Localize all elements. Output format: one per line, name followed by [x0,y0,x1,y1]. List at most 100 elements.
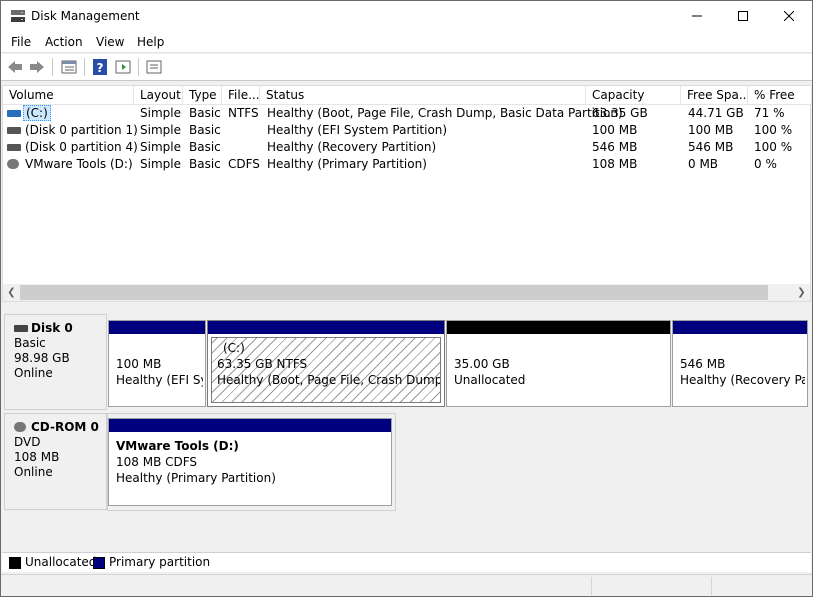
back-arrow-icon[interactable] [6,58,24,76]
menu-action[interactable]: Action [45,35,83,49]
volume-name: VMware Tools (D:) [25,157,133,171]
partition-body: 100 MB Healthy (EFI Sys [111,336,203,404]
partition-size: 35.00 GB [454,357,510,371]
free-cell: 546 MB [688,140,734,154]
partition-body: 546 MB Healthy (Recovery Part [675,336,805,404]
capacity-cell: 108 MB [592,157,638,171]
partition-status: Healthy (Recovery Part [680,373,805,387]
column-percent-free[interactable]: % Free [748,86,812,105]
column-capacity[interactable]: Capacity [586,86,681,105]
partition-status: Healthy (EFI Sys [116,373,203,387]
percent-cell: 71 % [754,106,785,120]
volume-icon [7,144,21,151]
disk-type: Basic [14,336,46,350]
capacity-cell: 100 MB [592,123,638,137]
scrollbar-thumb[interactable] [20,285,768,300]
partition-bar [673,321,807,334]
type-cell: Basic [189,106,221,120]
column-type[interactable]: Type [183,86,222,105]
settings-list-icon[interactable] [145,58,163,76]
percent-cell: 0 % [754,157,777,171]
free-cell: 44.71 GB [688,106,744,120]
layout-cell: Simple [140,157,181,171]
menu-view[interactable]: View [96,35,124,49]
horizontal-scrollbar[interactable]: ❮ ❯ [3,284,810,301]
disk-management-window: Disk Management File Action View Help ? … [0,0,813,597]
partition-bar [109,321,205,334]
close-button[interactable] [766,1,812,31]
primary-swatch [93,557,105,569]
disk-graphical-view: Disk 0 Basic 98.98 GB Online 100 MB Heal… [2,310,811,572]
legend-primary: Primary partition [109,555,211,569]
layout-cell: Simple [140,140,181,154]
volume-icon [7,110,21,117]
disk-name: CD-ROM 0 [14,420,106,435]
disk-0-label[interactable]: Disk 0 Basic 98.98 GB Online [4,314,107,410]
layout-cell: Simple [140,123,181,137]
partition-size: 546 MB [680,357,726,371]
scroll-right-icon[interactable]: ❯ [793,284,810,301]
toolbar-separator [138,58,139,76]
layout-cell: Simple [140,106,181,120]
status-cell: Healthy (Primary Partition) [267,157,427,171]
free-cell: 0 MB [688,157,719,171]
svg-text:?: ? [97,61,104,75]
maximize-icon [738,11,748,21]
properties-list-icon[interactable] [60,58,78,76]
disk-size: 108 MB [14,450,60,464]
status-cell: Healthy (Recovery Partition) [267,140,437,154]
minimize-button[interactable] [674,1,720,31]
capacity-cell: 63.35 GB [592,106,648,120]
type-cell: Basic [189,157,221,171]
close-icon [784,11,794,21]
status-bar [1,574,812,596]
partition-unallocated[interactable]: 35.00 GB Unallocated [446,320,671,407]
menu-file[interactable]: File [11,35,31,49]
action-pane-icon[interactable] [114,58,132,76]
cd-volume-icon [7,159,19,169]
partition-bar [208,321,444,334]
partition-status: Unallocated [454,373,526,387]
column-volume[interactable]: Volume [3,86,134,105]
partition-status: Healthy (Boot, Page File, Crash Dump, Ba… [217,373,440,387]
partition-c[interactable]: (C:) 63.35 GB NTFS Healthy (Boot, Page F… [207,320,445,407]
hard-disk-icon [14,325,28,332]
disk-state: Online [14,366,53,380]
partition-title: (C:) [223,341,245,355]
table-row[interactable]: (C:) Simple Basic NTFS Healthy (Boot, Pa… [3,105,812,122]
column-free-space[interactable]: Free Spa... [681,86,748,105]
disk-size: 98.98 GB [14,351,70,365]
column-status[interactable]: Status [260,86,586,105]
window-title: Disk Management [31,9,140,23]
table-row[interactable]: (Disk 0 partition 1) Simple Basic Health… [3,122,812,139]
percent-cell: 100 % [754,140,793,154]
partition-size: 63.35 GB NTFS [217,357,308,371]
fs-cell: NTFS [228,106,259,120]
partition-efi[interactable]: 100 MB Healthy (EFI Sys [108,320,206,407]
partition-vmware-tools[interactable]: VMware Tools (D:) 108 MB CDFS Healthy (P… [108,418,392,506]
volume-name: (Disk 0 partition 4) [25,140,138,154]
type-cell: Basic [189,123,221,137]
partition-body: 35.00 GB Unallocated [449,336,668,404]
partition-size: 100 MB [116,357,162,371]
free-cell: 100 MB [688,123,734,137]
partition-body: VMware Tools (D:) 108 MB CDFS Healthy (P… [111,434,389,503]
title-bar: Disk Management [1,1,812,31]
capacity-cell: 546 MB [592,140,638,154]
partition-bar [109,419,391,432]
minimize-icon [692,15,702,17]
column-layout[interactable]: Layout [134,86,183,105]
scroll-left-icon[interactable]: ❮ [3,284,20,301]
forward-arrow-icon[interactable] [28,58,46,76]
table-row[interactable]: (Disk 0 partition 4) Simple Basic Health… [3,139,812,156]
maximize-button[interactable] [720,1,766,31]
cdrom-0-label[interactable]: CD-ROM 0 DVD 108 MB Online [4,413,107,510]
help-icon[interactable]: ? [91,58,109,76]
partition-recovery[interactable]: 546 MB Healthy (Recovery Part [672,320,808,407]
toolbar-separator [84,58,85,76]
column-file-system[interactable]: File... [222,86,260,105]
cd-drive-icon [14,422,26,432]
percent-cell: 100 % [754,123,793,137]
menu-help[interactable]: Help [137,35,164,49]
table-row[interactable]: VMware Tools (D:) Simple Basic CDFS Heal… [3,156,812,173]
